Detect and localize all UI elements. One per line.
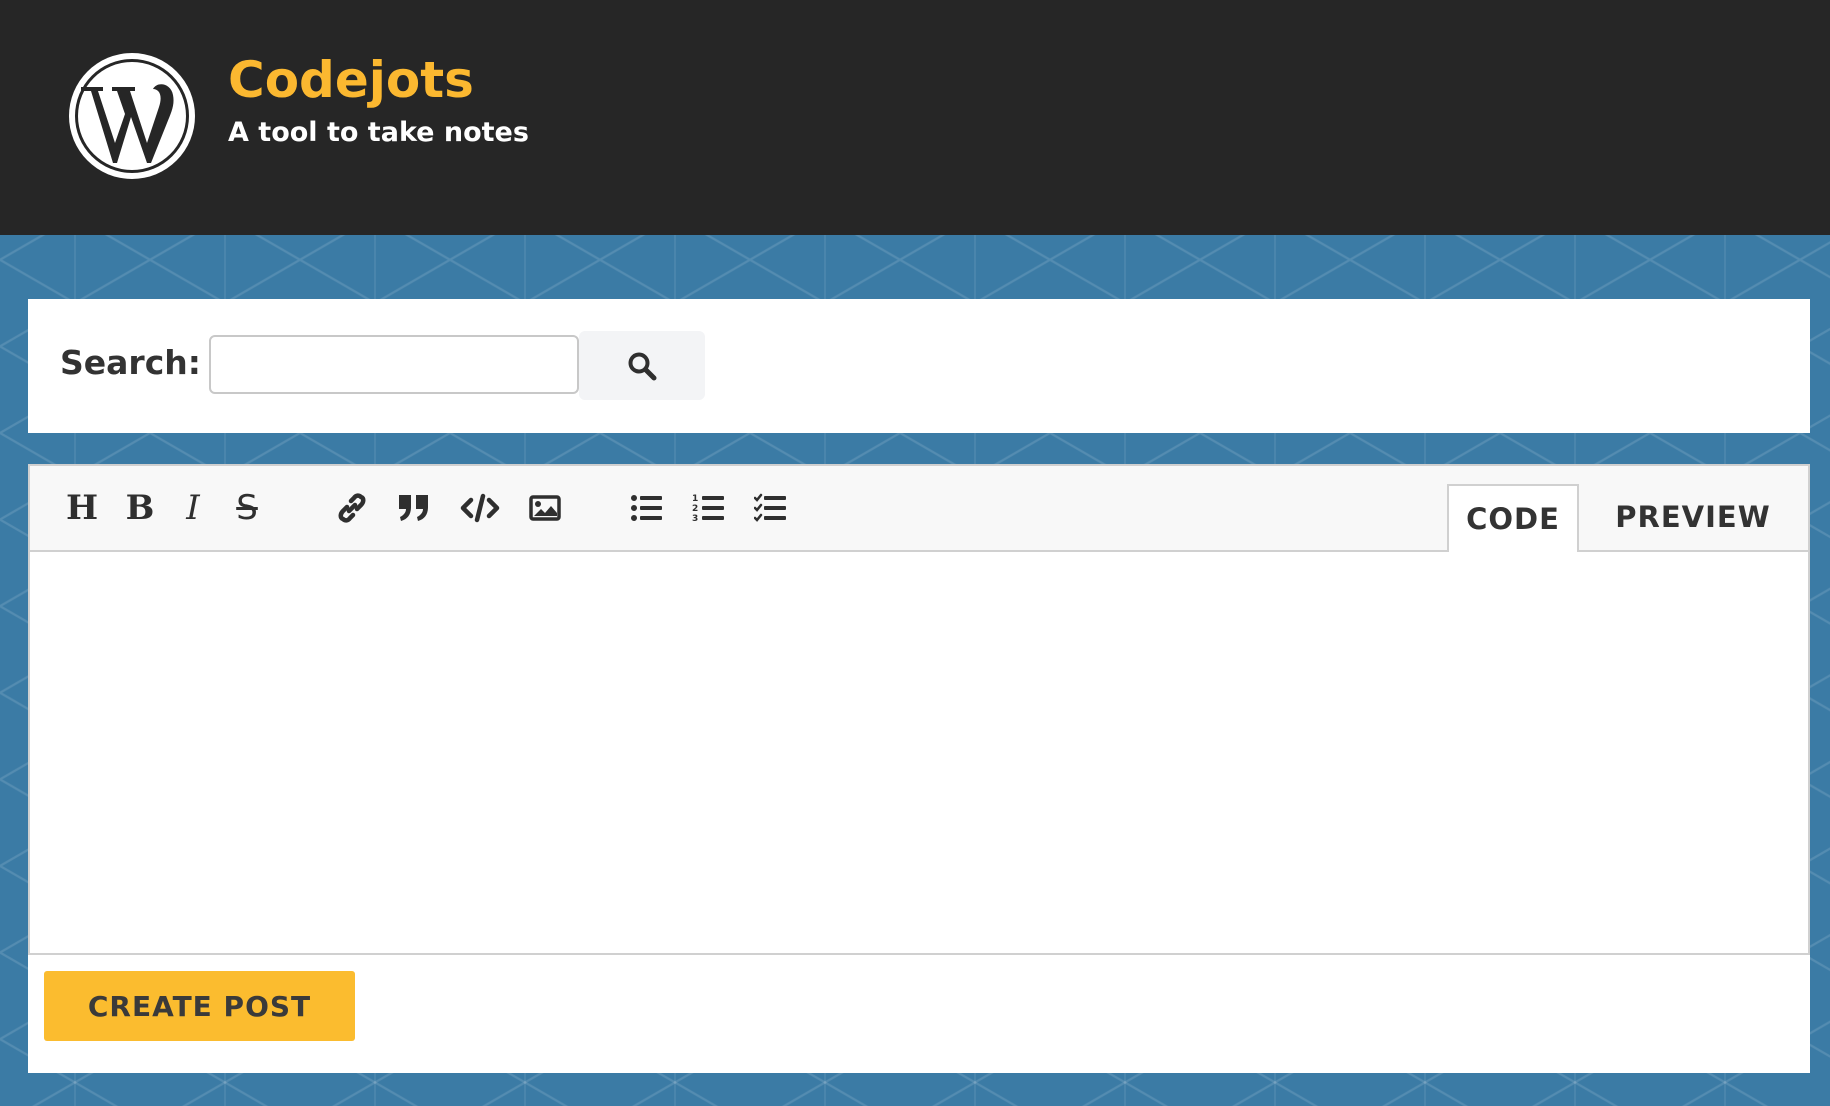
site-title[interactable]: Codejots — [228, 50, 474, 110]
unordered-list-icon — [631, 495, 662, 521]
bold-button[interactable]: B — [120, 488, 160, 528]
link-icon — [338, 493, 366, 523]
quote-button[interactable] — [394, 488, 434, 528]
site-header: Codejots A tool to take notes — [0, 0, 1830, 235]
post-content-textarea[interactable] — [30, 552, 1808, 953]
tab-code[interactable]: CODE — [1447, 484, 1579, 554]
heading-icon: H — [65, 488, 99, 528]
italic-button[interactable]: I — [173, 488, 213, 528]
ordered-list-icon: 1 2 3 — [692, 494, 724, 523]
markdown-editor: H B I S 1 2 3 CODE PREVIEW — [28, 464, 1810, 955]
search-panel: Search: — [28, 299, 1810, 433]
quote-icon — [399, 495, 428, 521]
code-icon — [460, 493, 500, 523]
task-list-button[interactable] — [751, 488, 791, 528]
task-list-icon — [754, 493, 786, 522]
ordered-list-button[interactable]: 1 2 3 — [689, 488, 729, 528]
strikethrough-button[interactable]: S — [227, 488, 267, 528]
strikethrough-icon: S — [236, 488, 258, 528]
link-button[interactable] — [332, 488, 372, 528]
search-icon — [628, 352, 657, 381]
site-tagline: A tool to take notes — [228, 117, 529, 148]
image-button[interactable] — [525, 488, 565, 528]
wordpress-logo-icon[interactable] — [67, 51, 197, 181]
search-label: Search: — [60, 343, 201, 382]
svg-text:1: 1 — [692, 494, 698, 504]
editor-panel: H B I S 1 2 3 CODE PREVIEW CREATE POST — [28, 464, 1810, 1073]
code-button[interactable] — [460, 488, 500, 528]
svg-text:3: 3 — [692, 514, 698, 523]
italic-icon: I — [186, 488, 200, 528]
create-post-button[interactable]: CREATE POST — [44, 971, 355, 1041]
editor-toolbar: H B I S 1 2 3 CODE PREVIEW — [30, 466, 1808, 554]
heading-button[interactable]: H — [62, 488, 102, 528]
bold-icon: B — [125, 488, 155, 528]
svg-text:2: 2 — [692, 504, 698, 514]
image-icon — [529, 495, 561, 521]
search-button[interactable] — [579, 331, 705, 400]
search-input[interactable] — [209, 335, 579, 394]
unordered-list-button[interactable] — [627, 488, 667, 528]
tab-preview[interactable]: PREVIEW — [1602, 484, 1784, 552]
